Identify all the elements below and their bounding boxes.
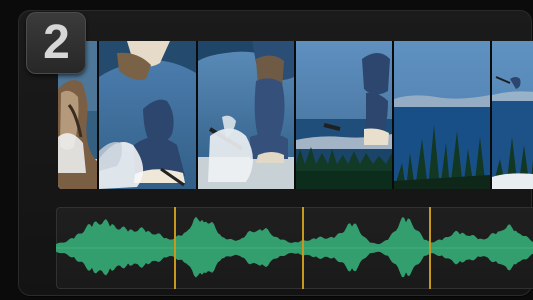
audio-marker-2[interactable] [302,207,304,289]
video-filmstrip[interactable] [58,41,533,189]
waveform-shape [56,216,533,278]
audio-marker-1[interactable] [174,207,176,289]
step-number: 2 [43,16,70,69]
audio-waveform-track[interactable] [56,207,533,289]
video-frame[interactable] [198,41,294,189]
audio-marker-3[interactable] [429,207,431,289]
step-number-badge: 2 [26,12,86,74]
audio-waveform [56,216,533,278]
video-frame[interactable] [492,41,533,189]
video-frame[interactable] [394,41,490,189]
editor-panel: 2 [18,10,533,296]
video-frame[interactable] [99,41,196,189]
video-frame[interactable] [296,41,392,189]
video-editor-app: 2 [0,0,533,300]
